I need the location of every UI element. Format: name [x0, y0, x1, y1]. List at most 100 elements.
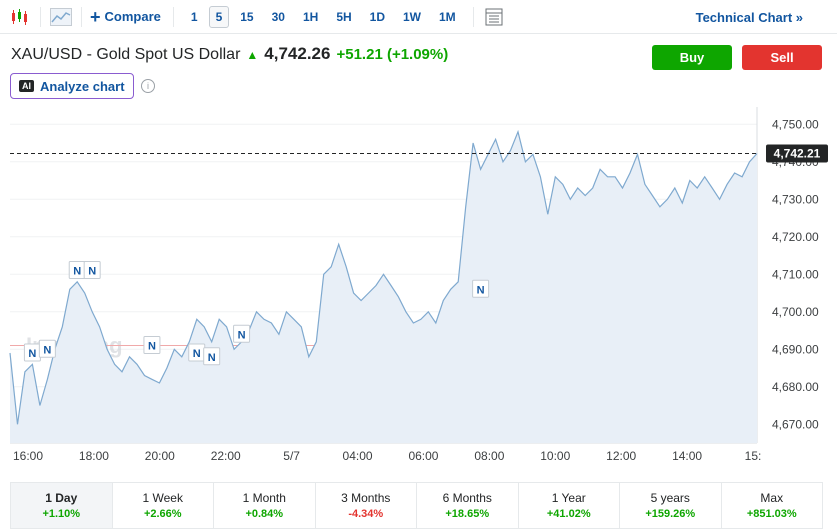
x-tick-label: 08:00: [474, 449, 504, 463]
y-tick-label: 4,710.00: [772, 267, 819, 281]
price-area: [10, 131, 757, 444]
news-marker[interactable]: N: [203, 347, 221, 366]
x-tick-label: 5/7: [283, 449, 300, 463]
chart-toolbar: + Compare 1 5 15 30 1H 5H 1D 1W 1M Technical Cha…: [0, 0, 837, 34]
period-change: +851.03%: [746, 508, 797, 520]
svg-text:N: N: [28, 348, 36, 360]
period-max[interactable]: Max +851.03%: [722, 483, 823, 528]
technical-chart-link[interactable]: Technical Chart »: [696, 10, 803, 25]
news-marker[interactable]: N: [68, 261, 86, 279]
y-tick-label: 4,690.00: [772, 342, 819, 356]
interval-group: 1 5 15 30 1H 5H 1D 1W 1M: [182, 5, 465, 28]
area-chart-icon[interactable]: [49, 5, 73, 29]
y-tick-label: 4,720.00: [772, 230, 819, 244]
period-label: 1 Week: [142, 491, 183, 505]
candlestick-icon[interactable]: [8, 5, 32, 29]
period-1-day[interactable]: 1 Day +1.10%: [11, 483, 113, 528]
toolbar-divider: [472, 6, 474, 27]
news-marker[interactable]: N: [83, 261, 101, 279]
x-tick-label: 10:00: [540, 449, 570, 463]
interval-1h[interactable]: 1H: [296, 6, 325, 28]
period-1-year[interactable]: 1 Year +41.02%: [519, 483, 620, 528]
interval-5[interactable]: 5: [208, 5, 230, 28]
svg-text:N: N: [88, 266, 96, 278]
buy-button[interactable]: Buy: [652, 45, 732, 70]
period-label: Max: [760, 491, 784, 505]
svg-text:N: N: [477, 284, 485, 296]
x-tick-label: 04:00: [343, 449, 373, 463]
x-tick-label: 16:00: [13, 449, 43, 463]
analyze-chart-label: Analyze chart: [40, 78, 125, 94]
price-change: +51.21 (+1.09%): [336, 46, 449, 63]
toolbar-divider: [172, 6, 174, 27]
period-label: 5 years: [650, 491, 690, 505]
y-tick-label: 4,700.00: [772, 305, 819, 319]
price-chart[interactable]: Investing NNNNNNNNN 4,670.004,680.004,69…: [0, 105, 837, 467]
svg-text:N: N: [43, 344, 51, 356]
interval-1[interactable]: 1: [184, 6, 205, 28]
y-tick-label: 4,750.00: [772, 117, 819, 131]
period-3-months[interactable]: 3 Months -4.34%: [316, 483, 417, 528]
period-change: +0.84%: [245, 508, 284, 520]
instrument-name: XAU/USD - Gold Spot US Dollar: [11, 46, 241, 63]
x-tick-label: 15:: [745, 449, 762, 463]
y-tick-label: 4,670.00: [772, 417, 819, 431]
period-label: 1 Day: [45, 491, 78, 505]
news-marker[interactable]: N: [23, 343, 41, 362]
x-tick-label: 18:00: [79, 449, 109, 463]
x-axis: 16:00 18:00 20:00 22:00 5/7 04:00 06:00 08:00 10…: [13, 449, 761, 463]
calendar-grid-icon[interactable]: [482, 5, 506, 29]
interval-15[interactable]: 15: [233, 6, 260, 28]
news-marker[interactable]: N: [143, 336, 161, 354]
period-5-years[interactable]: 5 years +159.26%: [620, 483, 722, 528]
news-marker[interactable]: N: [233, 324, 251, 343]
plus-icon: +: [90, 6, 101, 27]
interval-1d[interactable]: 1D: [363, 6, 392, 28]
x-tick-label: 12:00: [606, 449, 636, 463]
period-change: +41.02%: [546, 508, 591, 520]
interval-5h[interactable]: 5H: [329, 6, 358, 28]
period-1-week[interactable]: 1 Week +2.66%: [113, 483, 214, 528]
interval-1w[interactable]: 1W: [396, 6, 428, 28]
svg-text:4,742.21: 4,742.21: [774, 146, 821, 160]
interval-1m[interactable]: 1M: [432, 6, 463, 28]
toolbar-divider: [81, 6, 82, 27]
period-change: +1.10%: [42, 508, 81, 520]
news-marker[interactable]: N: [472, 279, 490, 298]
compare-button[interactable]: + Compare: [90, 8, 161, 26]
period-label: 6 Months: [442, 491, 492, 505]
x-tick-label: 06:00: [408, 449, 438, 463]
period-change: +2.66%: [143, 508, 182, 520]
interval-30[interactable]: 30: [265, 6, 292, 28]
x-tick-label: 22:00: [211, 449, 241, 463]
period-change: +159.26%: [645, 508, 696, 520]
y-tick-label: 4,730.00: [772, 192, 819, 206]
ai-badge: AI: [19, 80, 34, 92]
svg-text:N: N: [148, 341, 156, 353]
instrument-header: XAU/USD - Gold Spot US Dollar ▲ 4,742.26…: [11, 44, 448, 64]
current-price-label: 4,742.21: [766, 144, 828, 163]
svg-text:N: N: [208, 352, 216, 364]
svg-text:N: N: [238, 329, 246, 341]
compare-label: Compare: [104, 9, 161, 24]
period-label: 1 Month: [242, 491, 286, 505]
period-change: -4.34%: [348, 508, 384, 520]
period-label: 1 Year: [551, 491, 586, 505]
svg-text:N: N: [193, 348, 201, 360]
up-arrow-icon: ▲: [246, 48, 259, 62]
y-tick-label: 4,680.00: [772, 380, 819, 394]
news-marker[interactable]: N: [188, 343, 206, 362]
last-price: 4,742.26: [264, 44, 331, 63]
x-tick-label: 14:00: [672, 449, 702, 463]
y-axis: 4,670.00 4,680.00 4,690.00 4,700.00 4,710.00…: [772, 117, 819, 431]
period-performance-bar: 1 Day +1.10% 1 Week +2.66% 1 Month +0.84% 3 Mo…: [10, 482, 823, 529]
sell-button[interactable]: Sell: [742, 45, 822, 70]
analyze-chart-button[interactable]: AI Analyze chart: [10, 73, 134, 99]
period-6-months[interactable]: 6 Months +18.65%: [417, 483, 519, 528]
info-icon[interactable]: i: [141, 79, 155, 93]
news-marker[interactable]: N: [38, 339, 56, 358]
svg-text:N: N: [73, 266, 81, 278]
period-change: +18.65%: [445, 508, 490, 520]
period-1-month[interactable]: 1 Month +0.84%: [214, 483, 316, 528]
toolbar-divider: [40, 6, 41, 27]
